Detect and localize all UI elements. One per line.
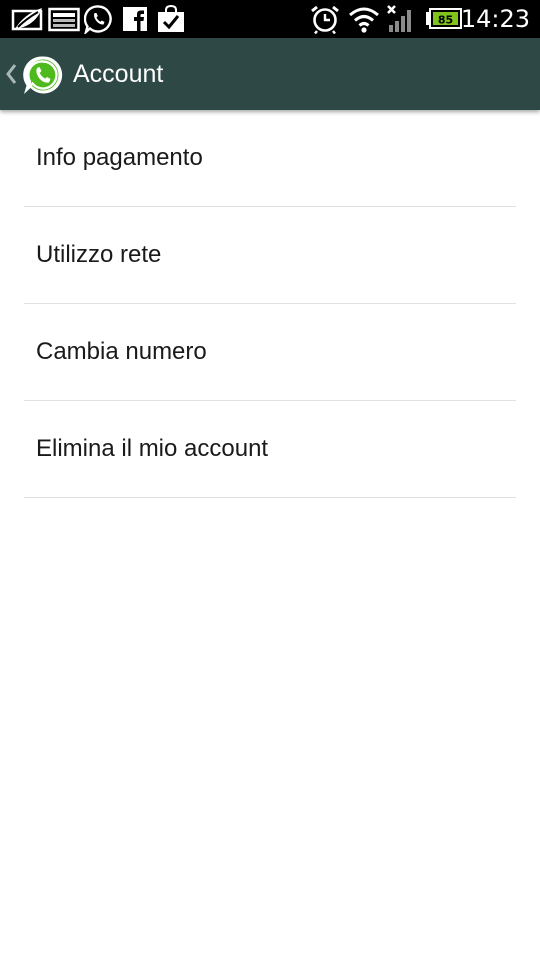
facebook-icon (123, 7, 147, 31)
settings-item-network-usage[interactable]: Utilizzo rete (24, 207, 516, 304)
settings-item-label: Info pagamento (36, 144, 203, 171)
action-bar: Account (0, 38, 540, 110)
wifi-icon (349, 7, 379, 33)
settings-item-payment-info[interactable]: Info pagamento (24, 110, 516, 207)
status-bar: 85 14:23 (0, 0, 540, 38)
battery-level-text: 85 (438, 14, 453, 27)
mail-envelope-icon (48, 7, 80, 32)
whatsapp-notification-icon (84, 5, 112, 34)
page-title: Account (73, 60, 164, 88)
checklist-bag-icon (158, 4, 184, 32)
settings-item-label: Utilizzo rete (36, 241, 162, 268)
whatsapp-logo-icon[interactable] (22, 54, 64, 96)
alarm-clock-icon (311, 5, 339, 34)
clock: 14:23 (460, 5, 530, 33)
eco-leaf-icon (11, 8, 43, 31)
back-chevron-icon[interactable] (5, 62, 17, 86)
settings-item-label: Cambia numero (36, 338, 207, 365)
settings-item-delete-account[interactable]: Elimina il mio account (24, 401, 516, 498)
settings-list: Info pagamento Utilizzo rete Cambia nume… (0, 110, 540, 498)
signal-no-service-icon (387, 5, 411, 32)
settings-item-label: Elimina il mio account (36, 435, 269, 462)
settings-item-change-number[interactable]: Cambia numero (24, 304, 516, 401)
battery-charging-icon: 85 (426, 8, 462, 29)
